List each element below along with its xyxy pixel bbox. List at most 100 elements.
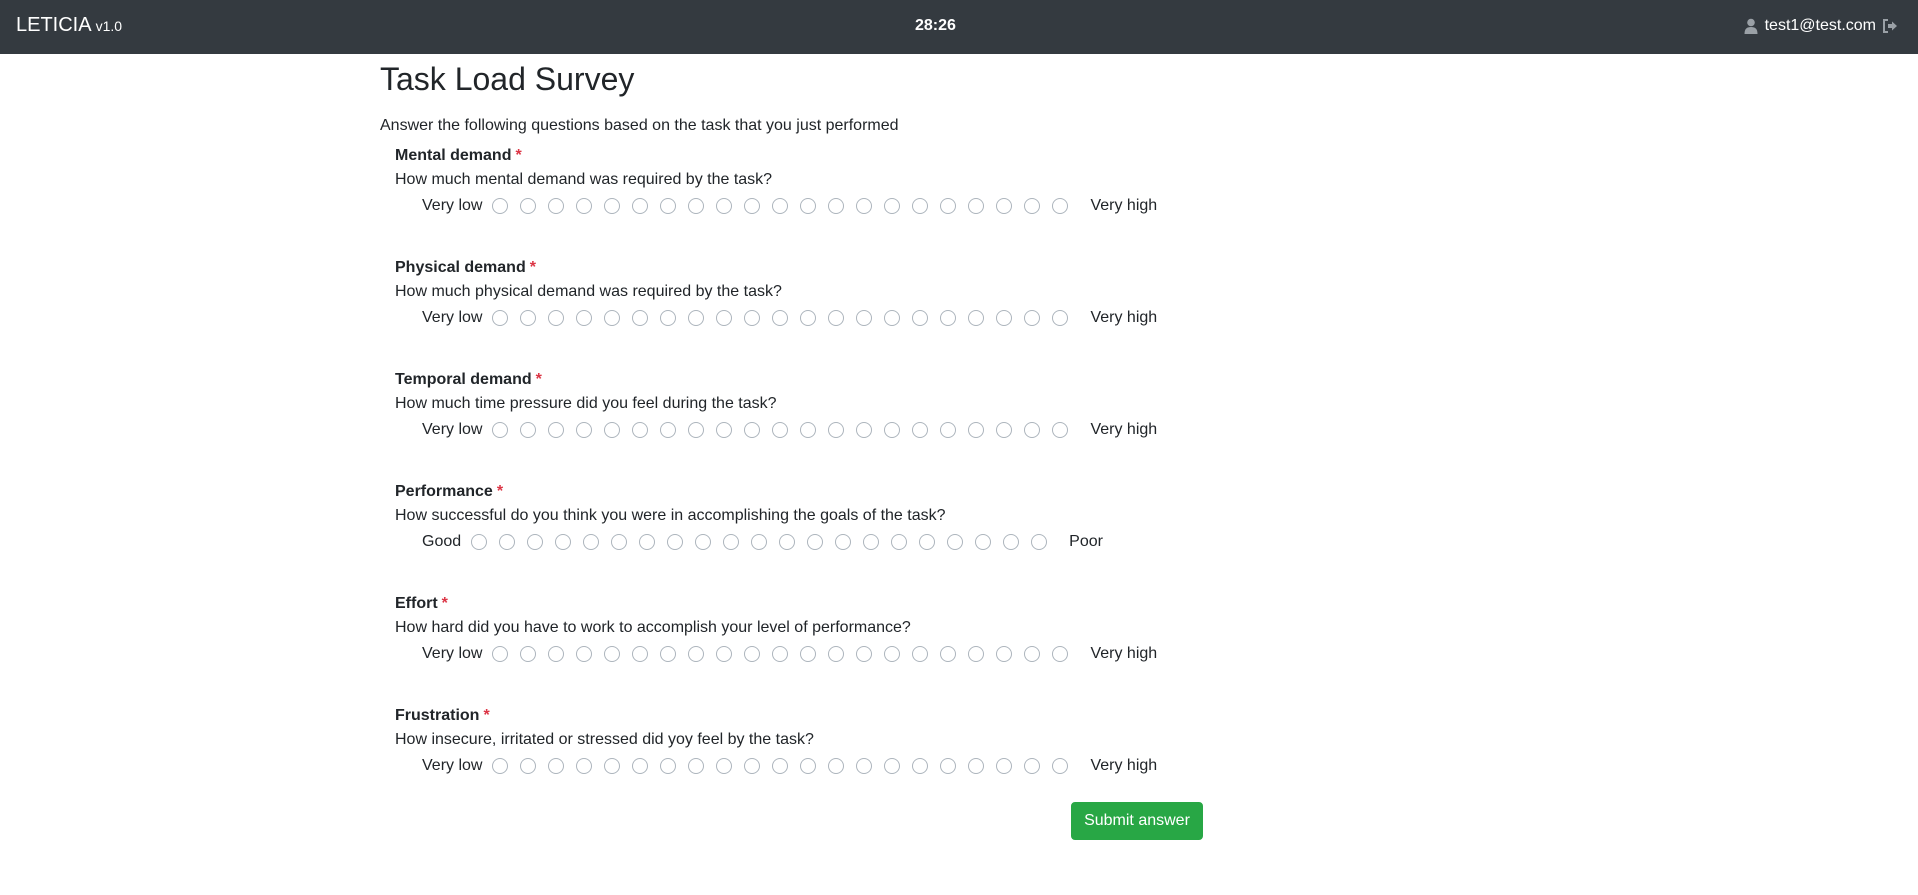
rating-radio[interactable] xyxy=(716,421,733,438)
rating-radio[interactable] xyxy=(996,309,1013,326)
rating-radio[interactable] xyxy=(912,197,929,214)
rating-radio[interactable] xyxy=(828,197,845,214)
rating-radio[interactable] xyxy=(576,757,593,774)
rating-radio[interactable] xyxy=(884,421,901,438)
rating-radio[interactable] xyxy=(996,421,1013,438)
rating-radio[interactable] xyxy=(716,197,733,214)
rating-radio[interactable] xyxy=(548,421,565,438)
rating-radio[interactable] xyxy=(996,197,1013,214)
rating-radio[interactable] xyxy=(492,197,509,214)
rating-radio[interactable] xyxy=(604,197,621,214)
rating-radio[interactable] xyxy=(828,757,845,774)
rating-radio[interactable] xyxy=(856,645,873,662)
rating-radio[interactable] xyxy=(828,309,845,326)
rating-radio[interactable] xyxy=(744,645,761,662)
rating-radio[interactable] xyxy=(632,309,649,326)
rating-radio[interactable] xyxy=(947,533,964,550)
rating-radio[interactable] xyxy=(667,533,684,550)
rating-radio[interactable] xyxy=(856,309,873,326)
rating-radio[interactable] xyxy=(1052,197,1069,214)
rating-radio[interactable] xyxy=(688,309,705,326)
rating-radio[interactable] xyxy=(940,309,957,326)
rating-radio[interactable] xyxy=(912,309,929,326)
rating-radio[interactable] xyxy=(604,645,621,662)
rating-radio[interactable] xyxy=(751,533,768,550)
rating-radio[interactable] xyxy=(1052,309,1069,326)
rating-radio[interactable] xyxy=(968,197,985,214)
rating-radio[interactable] xyxy=(884,309,901,326)
rating-radio[interactable] xyxy=(660,197,677,214)
rating-radio[interactable] xyxy=(632,197,649,214)
rating-radio[interactable] xyxy=(639,533,656,550)
rating-radio[interactable] xyxy=(604,309,621,326)
submit-answer-button[interactable]: Submit answer xyxy=(1071,802,1203,840)
rating-radio[interactable] xyxy=(548,757,565,774)
rating-radio[interactable] xyxy=(576,421,593,438)
rating-radio[interactable] xyxy=(1024,421,1041,438)
rating-radio[interactable] xyxy=(744,757,761,774)
rating-radio[interactable] xyxy=(716,309,733,326)
rating-radio[interactable] xyxy=(555,533,572,550)
rating-radio[interactable] xyxy=(1024,197,1041,214)
rating-radio[interactable] xyxy=(576,645,593,662)
rating-radio[interactable] xyxy=(772,421,789,438)
rating-radio[interactable] xyxy=(940,197,957,214)
rating-radio[interactable] xyxy=(723,533,740,550)
rating-radio[interactable] xyxy=(779,533,796,550)
rating-radio[interactable] xyxy=(968,309,985,326)
rating-radio[interactable] xyxy=(688,757,705,774)
rating-radio[interactable] xyxy=(520,645,537,662)
rating-radio[interactable] xyxy=(996,757,1013,774)
rating-radio[interactable] xyxy=(492,421,509,438)
rating-radio[interactable] xyxy=(891,533,908,550)
rating-radio[interactable] xyxy=(1052,645,1069,662)
rating-radio[interactable] xyxy=(611,533,628,550)
rating-radio[interactable] xyxy=(744,197,761,214)
rating-radio[interactable] xyxy=(772,757,789,774)
rating-radio[interactable] xyxy=(660,645,677,662)
rating-radio[interactable] xyxy=(471,533,488,550)
rating-radio[interactable] xyxy=(807,533,824,550)
rating-radio[interactable] xyxy=(772,197,789,214)
rating-radio[interactable] xyxy=(800,309,817,326)
rating-radio[interactable] xyxy=(520,197,537,214)
rating-radio[interactable] xyxy=(800,757,817,774)
rating-radio[interactable] xyxy=(1024,309,1041,326)
rating-radio[interactable] xyxy=(688,197,705,214)
rating-radio[interactable] xyxy=(688,645,705,662)
rating-radio[interactable] xyxy=(1003,533,1020,550)
user-menu[interactable]: test1@test.com xyxy=(1744,17,1898,35)
rating-radio[interactable] xyxy=(492,645,509,662)
rating-radio[interactable] xyxy=(604,757,621,774)
rating-radio[interactable] xyxy=(828,421,845,438)
rating-radio[interactable] xyxy=(975,533,992,550)
rating-radio[interactable] xyxy=(1052,757,1069,774)
rating-radio[interactable] xyxy=(520,309,537,326)
rating-radio[interactable] xyxy=(576,309,593,326)
rating-radio[interactable] xyxy=(828,645,845,662)
rating-radio[interactable] xyxy=(912,421,929,438)
rating-radio[interactable] xyxy=(1024,757,1041,774)
rating-radio[interactable] xyxy=(884,197,901,214)
rating-radio[interactable] xyxy=(856,757,873,774)
rating-radio[interactable] xyxy=(576,197,593,214)
rating-radio[interactable] xyxy=(1052,421,1069,438)
rating-radio[interactable] xyxy=(856,197,873,214)
rating-radio[interactable] xyxy=(499,533,516,550)
rating-radio[interactable] xyxy=(940,421,957,438)
rating-radio[interactable] xyxy=(940,757,957,774)
rating-radio[interactable] xyxy=(632,757,649,774)
rating-radio[interactable] xyxy=(632,645,649,662)
rating-radio[interactable] xyxy=(632,421,649,438)
rating-radio[interactable] xyxy=(520,757,537,774)
rating-radio[interactable] xyxy=(996,645,1013,662)
rating-radio[interactable] xyxy=(772,645,789,662)
sign-out-icon[interactable] xyxy=(1882,18,1898,34)
rating-radio[interactable] xyxy=(968,757,985,774)
rating-radio[interactable] xyxy=(912,757,929,774)
rating-radio[interactable] xyxy=(660,309,677,326)
rating-radio[interactable] xyxy=(884,645,901,662)
rating-radio[interactable] xyxy=(1031,533,1048,550)
rating-radio[interactable] xyxy=(660,757,677,774)
rating-radio[interactable] xyxy=(688,421,705,438)
